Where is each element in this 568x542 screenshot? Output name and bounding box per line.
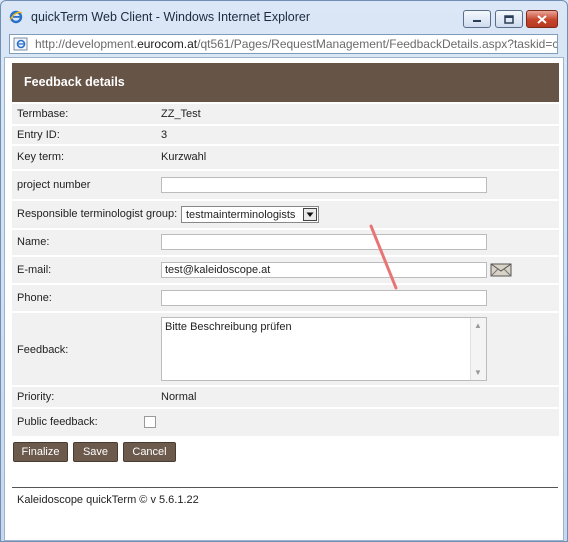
url-domain: eurocom.at — [137, 37, 198, 51]
close-icon — [527, 11, 557, 27]
page-header: Feedback details — [12, 63, 559, 102]
key-term-label: Key term: — [17, 151, 65, 163]
ie-page-icon — [13, 37, 28, 51]
feedback-textarea[interactable]: Bitte Beschreibung prüfen ▲ ▼ — [161, 317, 487, 381]
maximize-button[interactable] — [495, 10, 523, 28]
page-title: Feedback details — [24, 75, 125, 89]
termbase-label: Termbase: — [17, 108, 69, 120]
feedback-text: Bitte Beschreibung prüfen — [165, 321, 292, 333]
row-email: E-mail: test@kaleidoscope.at — [12, 257, 559, 283]
footer-text: Kaleidoscope quickTerm © v 5.6.1.22 — [17, 494, 199, 506]
minimize-icon — [464, 11, 490, 27]
title-bar: quickTerm Web Client - Windows Internet … — [1, 1, 567, 31]
phone-input[interactable] — [161, 290, 487, 306]
minimize-button[interactable] — [463, 10, 491, 28]
url-prefix: http://development. — [35, 37, 138, 51]
row-feedback: Feedback: Bitte Beschreibung prüfen ▲ ▼ — [12, 313, 559, 385]
finalize-button[interactable]: Finalize — [13, 442, 68, 462]
row-project-number: project number — [12, 171, 559, 199]
feedback-label: Feedback: — [17, 344, 69, 356]
close-button[interactable] — [526, 10, 558, 28]
name-input[interactable] — [161, 234, 487, 250]
entry-id-label: Entry ID: — [17, 129, 60, 141]
termbase-value: ZZ_Test — [161, 108, 201, 120]
row-terminologist-group: Responsible terminologist group: testmai… — [12, 201, 559, 228]
priority-value: Normal — [161, 391, 197, 403]
row-public-feedback: Public feedback: — [12, 409, 559, 436]
entry-id-value: 3 — [161, 129, 168, 141]
window-title: quickTerm Web Client - Windows Internet … — [31, 10, 311, 24]
page-content: Feedback details Termbase: ZZ_Test Entry… — [4, 57, 564, 541]
row-name: Name: — [12, 230, 559, 255]
project-number-label: project number — [17, 179, 91, 191]
name-label: Name: — [17, 236, 50, 248]
address-bar[interactable]: http://development.eurocom.at/qt561/Page… — [9, 34, 558, 54]
feedback-scrollbar[interactable]: ▲ ▼ — [470, 318, 486, 380]
annotation-stroke — [369, 224, 398, 290]
project-number-input[interactable] — [161, 177, 487, 193]
priority-label: Priority: — [17, 391, 55, 403]
ie-icon — [9, 10, 23, 24]
save-button[interactable]: Save — [73, 442, 118, 462]
mail-icon[interactable] — [490, 263, 512, 277]
cancel-button[interactable]: Cancel — [123, 442, 176, 462]
browser-window: quickTerm Web Client - Windows Internet … — [0, 0, 568, 542]
email-input[interactable]: test@kaleidoscope.at — [161, 262, 487, 278]
row-key-term: Key term: Kurzwahl — [12, 146, 559, 169]
chevron-down-icon[interactable] — [303, 208, 317, 221]
maximize-icon — [496, 11, 522, 27]
group-select-value: testmainterminologists — [186, 209, 296, 221]
url-suffix: /qt561/Pages/RequestManagement/FeedbackD… — [197, 37, 558, 51]
public-feedback-checkbox[interactable] — [144, 416, 156, 428]
row-termbase: Termbase: ZZ_Test — [12, 104, 559, 124]
key-term-value: Kurzwahl — [161, 151, 207, 163]
row-priority: Priority: Normal — [12, 387, 559, 407]
footer-divider — [12, 487, 558, 488]
row-entry-id: Entry ID: 3 — [12, 126, 559, 144]
url-text: http://development.eurocom.at/qt561/Page… — [35, 37, 558, 51]
phone-label: Phone: — [17, 292, 52, 304]
email-label: E-mail: — [17, 264, 52, 276]
scroll-up-icon[interactable]: ▲ — [474, 321, 482, 330]
public-feedback-label: Public feedback: — [17, 416, 98, 428]
scroll-down-icon[interactable]: ▼ — [474, 368, 482, 377]
group-label: Responsible terminologist group: — [17, 208, 178, 220]
row-phone: Phone: — [12, 285, 559, 311]
group-select[interactable]: testmainterminologists — [181, 206, 319, 223]
